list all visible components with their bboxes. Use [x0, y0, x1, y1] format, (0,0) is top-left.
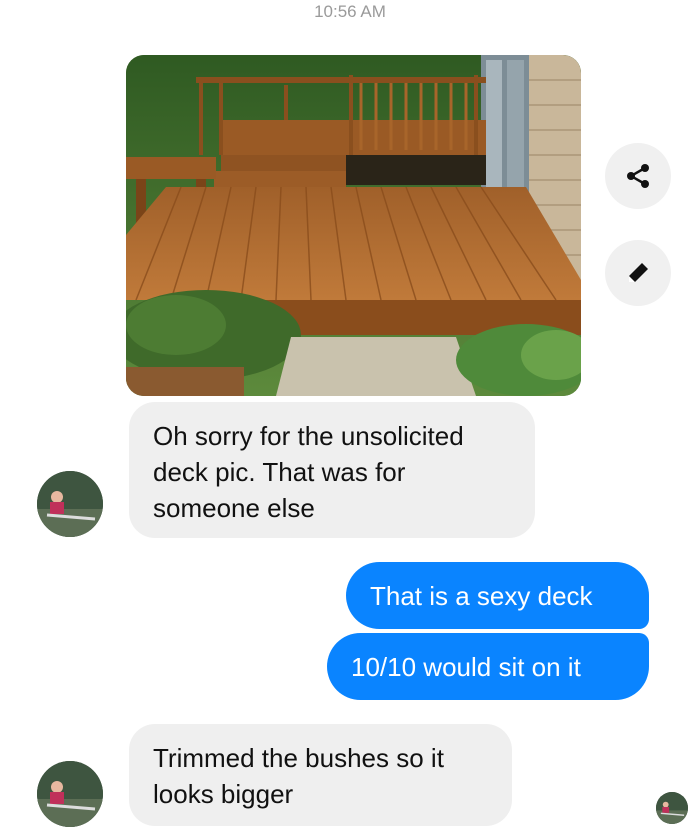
- message-text: Trimmed the bushes so it looks bigger: [153, 743, 444, 809]
- contact-avatar[interactable]: [37, 471, 103, 537]
- avatar-image: [37, 471, 103, 537]
- edit-button[interactable]: [605, 240, 671, 306]
- avatar-image: [37, 761, 103, 827]
- share-icon: [627, 164, 649, 188]
- incoming-message-bubble: Trimmed the bushes so it looks bigger: [129, 724, 512, 826]
- share-button[interactable]: [605, 143, 671, 209]
- incoming-message-bubble: Oh sorry for the unsolicited deck pic. T…: [129, 402, 535, 538]
- outgoing-message-bubble: That is a sexy deck: [346, 562, 649, 629]
- pencil-icon: [629, 263, 648, 282]
- outgoing-message-bubble: 10/10 would sit on it: [327, 633, 649, 700]
- message-timestamp: 10:56 AM: [314, 2, 386, 21]
- message-text: 10/10 would sit on it: [351, 651, 581, 682]
- deck-photo-image: [126, 55, 581, 396]
- contact-avatar[interactable]: [37, 761, 103, 827]
- read-receipt-avatar: [656, 792, 688, 824]
- message-text: Oh sorry for the unsolicited deck pic. T…: [153, 421, 464, 523]
- shared-photo[interactable]: [126, 55, 581, 396]
- avatar-image: [656, 792, 688, 824]
- message-text: That is a sexy deck: [370, 580, 593, 611]
